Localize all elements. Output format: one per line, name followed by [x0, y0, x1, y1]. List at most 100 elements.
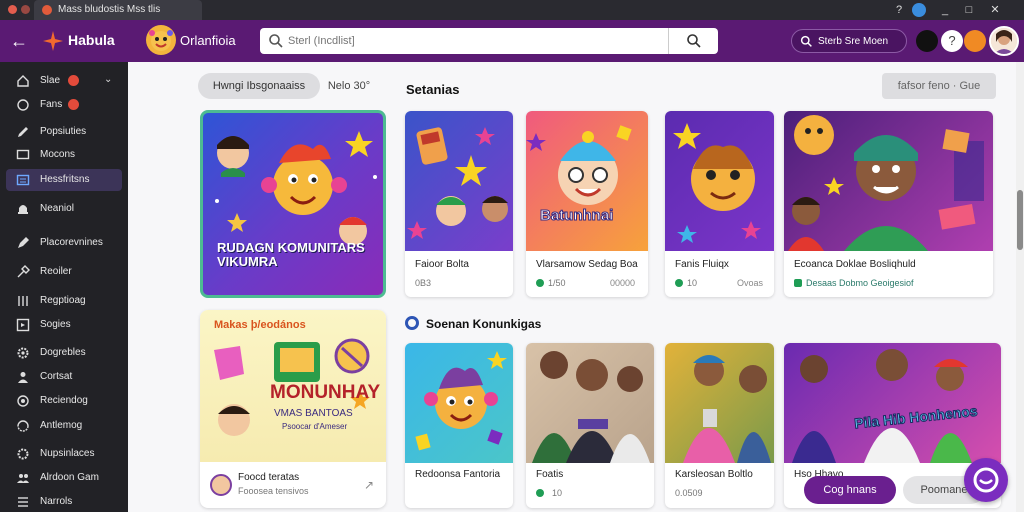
promo-user-meta: Fooosea tensivos	[238, 486, 309, 496]
sidebar-item-antlemog[interactable]: Antlemog	[6, 415, 122, 437]
notification-icon[interactable]	[964, 30, 986, 52]
notification-badge	[68, 75, 79, 86]
app-name[interactable]: Habula	[68, 32, 115, 48]
sidebar-item-neaniol[interactable]: Neaniol	[6, 198, 122, 220]
refresh-icon	[17, 99, 29, 111]
share-icon	[16, 318, 30, 332]
card-art	[665, 343, 774, 463]
card-meta: 10	[687, 278, 698, 288]
status-dot-icon	[675, 279, 683, 287]
sidebar-item-dogrebles[interactable]: Dogrebles	[6, 342, 122, 364]
sidebar-item-alrdoon-gam[interactable]: Alrdoon Gam	[6, 467, 122, 489]
sidebar-item-label: Sogies	[40, 319, 71, 330]
section-title: Setanias	[406, 82, 460, 97]
card-art	[405, 343, 513, 463]
back-arrow-icon[interactable]: ←	[8, 30, 30, 52]
profile-dot-icon[interactable]	[912, 3, 926, 17]
close-icon[interactable]: ✕	[988, 3, 1002, 17]
chat-bubble-icon	[973, 467, 999, 493]
primary-action-button[interactable]: Cog hnans	[804, 476, 896, 504]
sidebar-item-label: Fans	[40, 99, 63, 110]
sidebar-item-cortsat[interactable]: Cortsat	[6, 366, 122, 388]
brand-name: Orlanfioia	[180, 33, 236, 48]
people-icon	[17, 474, 29, 483]
sidebar: Slae ⌄ Fans Popsiuties Mocons Hessfritsn…	[0, 62, 128, 512]
content-card[interactable]: Foatis 10	[526, 343, 654, 508]
sidebar-item-reoiler[interactable]: Reoiler	[6, 261, 122, 283]
sort-button[interactable]: fafsor feno · Gue	[882, 73, 996, 99]
chevron-down-icon[interactable]: ⌄	[104, 74, 112, 85]
user-status-icon[interactable]	[916, 30, 938, 52]
sidebar-item-home[interactable]: Slae ⌄	[6, 70, 122, 92]
gear-icon	[17, 347, 29, 359]
sidebar-item-reciendog[interactable]: Reciendog	[6, 390, 122, 412]
card-art: Pila Hib Honhenos	[784, 343, 1001, 463]
filter-pill-active[interactable]: Hwngi Ibsgonaaiss	[198, 73, 320, 99]
sidebar-item-mocons[interactable]: Mocons	[6, 144, 122, 166]
tab-title: Mass bludostis Mss tlis	[58, 4, 161, 15]
content-card[interactable]: Batunhnai Vlarsamow Sedag Boa 1/50 00000	[526, 111, 648, 297]
notification-badge	[68, 99, 79, 110]
grid-icon	[18, 296, 28, 306]
content-card[interactable]: Ecoanca Doklae Bosliqhuld Desaas Dobmo G…	[784, 111, 993, 297]
sidebar-item-sogies[interactable]: Sogies	[6, 314, 122, 336]
content-card[interactable]: Faioor Bolta 0B3	[405, 111, 513, 297]
status-dot-icon	[536, 279, 544, 287]
minimize-window-dot[interactable]	[21, 5, 30, 14]
content-card[interactable]: Redoonsa Fantoria	[405, 343, 513, 508]
sidebar-item-label: Neaniol	[40, 203, 74, 214]
promo-user-name: Foocd teratas	[238, 472, 300, 483]
user-avatar[interactable]	[210, 474, 232, 496]
card-meta: 10	[552, 488, 563, 498]
card-title: Fanis Fluiqx	[675, 259, 729, 270]
sidebar-item-label: Placorevnines	[40, 237, 103, 248]
sidebar-item-label: Cortsat	[40, 371, 73, 382]
promo-art: Makas þ/eodános MONUNHAY VMAS BANTOAS Ps…	[200, 310, 386, 462]
content-card[interactable]: Karsleosan Boltlo 0.0509	[665, 343, 774, 508]
sidebar-item-placorevnines[interactable]: Placorevnines	[6, 232, 122, 254]
tools-icon	[17, 265, 30, 278]
sidebar-item-label: Slae	[40, 75, 61, 86]
sidebar-item-label: Nupsinlaces	[40, 448, 95, 459]
scrollbar-thumb[interactable]	[1017, 190, 1023, 250]
section-title: Soenan Konunkigas	[426, 317, 542, 331]
content-card[interactable]: Fanis Fluiqx 10 Ovoas	[665, 111, 774, 297]
status-dot-icon	[536, 489, 544, 497]
card-title: Redoonsa Fantoria	[415, 469, 501, 480]
card-meta: 0.0509	[675, 488, 703, 498]
chat-fab[interactable]	[964, 458, 1008, 502]
bell-icon	[18, 205, 28, 214]
vertical-scrollbar[interactable]	[1016, 62, 1024, 512]
card-title: Foatis	[536, 469, 564, 480]
app-logo-icon[interactable]	[42, 30, 64, 52]
sidebar-item-narrols[interactable]: Narrols	[6, 491, 122, 512]
status-dot-icon	[794, 279, 802, 287]
filter-pill[interactable]: Nelo 30°	[322, 73, 376, 99]
search-input[interactable]	[288, 31, 668, 51]
featured-card[interactable]: RUDAGN KOMUNITARS VIKUMRA	[200, 110, 386, 298]
help-icon[interactable]: ?	[892, 3, 906, 17]
share-icon[interactable]: ↗	[364, 478, 374, 492]
sidebar-item-regptioag[interactable]: Regptioag	[6, 290, 122, 312]
sidebar-item-hessfritsns[interactable]: Hessfritsns	[6, 169, 122, 191]
search-button[interactable]	[668, 28, 718, 54]
sidebar-item-label: Dogrebles	[40, 347, 86, 358]
card-meta-secondary: 00000	[610, 278, 636, 288]
card-art	[784, 111, 993, 251]
minimize-icon[interactable]: _	[938, 3, 952, 17]
gear-icon	[17, 448, 29, 460]
tab-favicon-icon	[42, 5, 52, 15]
secondary-search-pill[interactable]: Sterb Sre Moen	[791, 29, 907, 53]
home-icon	[17, 75, 29, 87]
promo-card[interactable]: Makas þ/eodános MONUNHAY VMAS BANTOAS Ps…	[200, 310, 386, 508]
help-icon[interactable]: ?	[941, 30, 963, 52]
sidebar-item-popsiuties[interactable]: Popsiuties	[6, 121, 122, 143]
browser-tab[interactable]: Mass bludostis Mss tlis	[34, 0, 202, 20]
sidebar-item-fans[interactable]: Fans	[6, 94, 122, 116]
sidebar-item-nupsinlaces[interactable]: Nupsinlaces	[6, 443, 122, 465]
user-avatar[interactable]	[989, 26, 1019, 56]
settings-icon	[17, 395, 29, 407]
promo-title: Makas þ/eodános	[214, 319, 306, 331]
maximize-icon[interactable]: □	[962, 3, 976, 17]
close-window-dot[interactable]	[8, 5, 17, 14]
